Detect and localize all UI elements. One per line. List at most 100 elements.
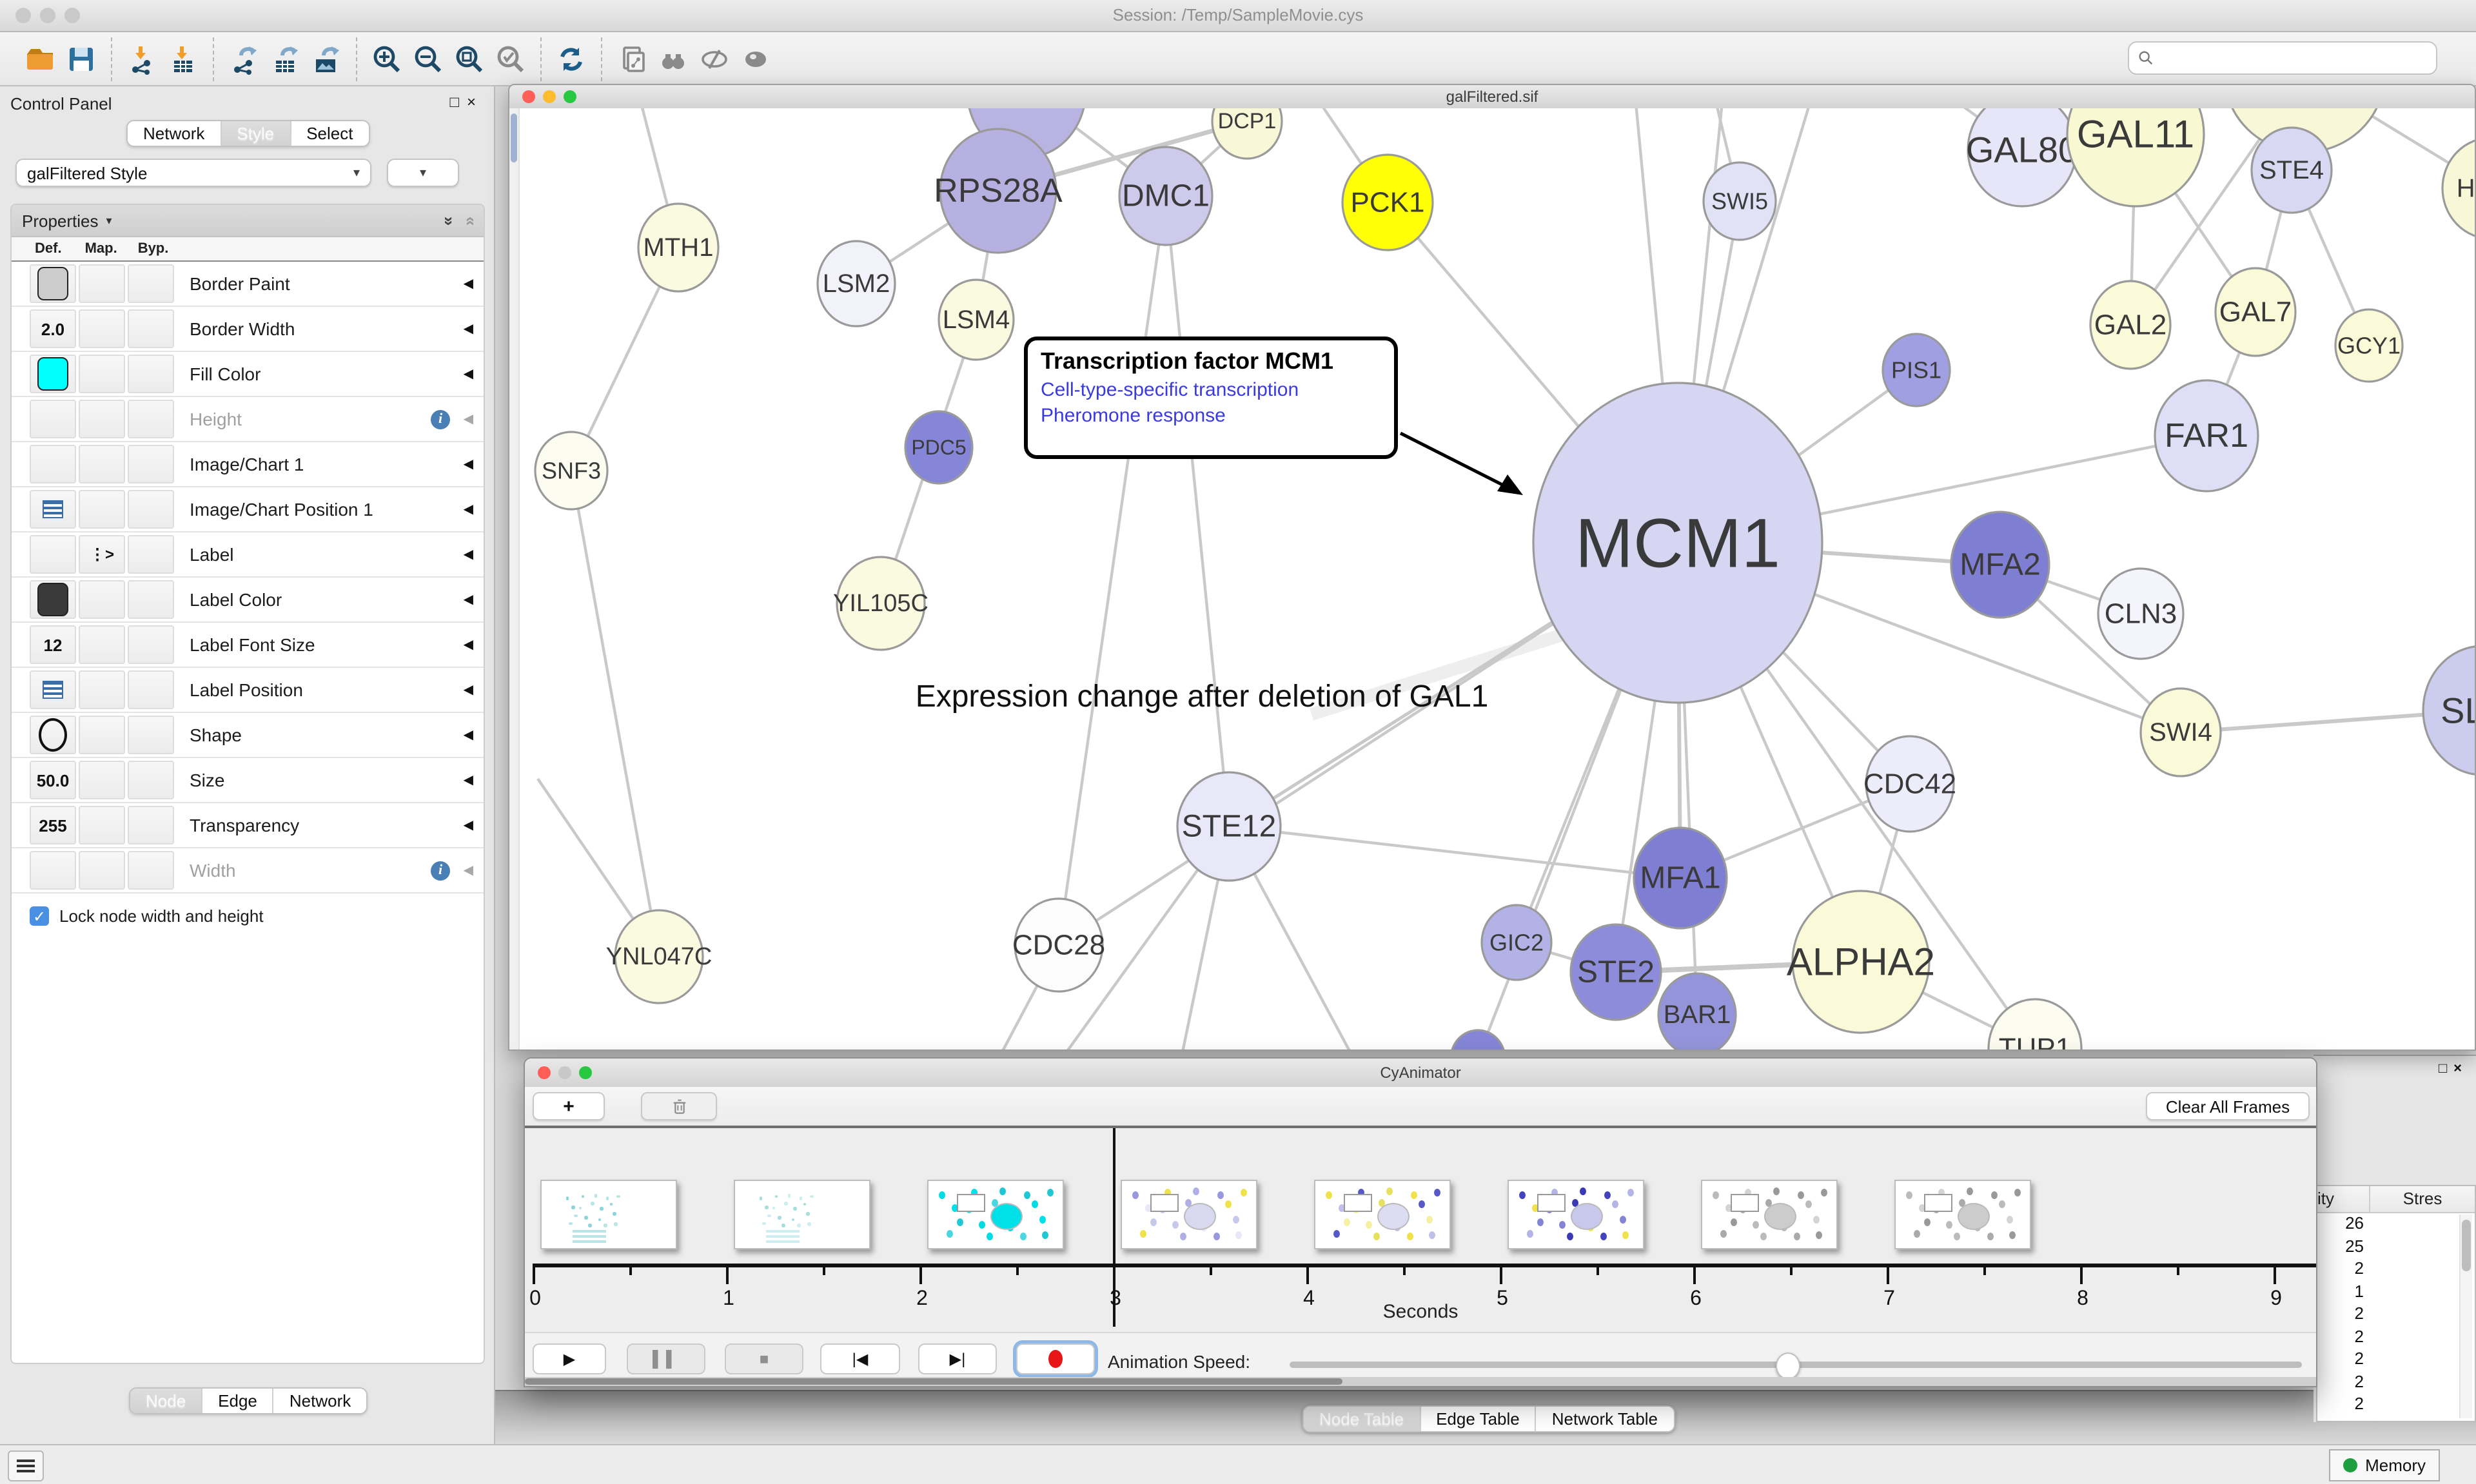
annotation-link[interactable]: Cell-type-specific transcription <box>1041 379 1381 401</box>
network-window-titlebar[interactable]: galFiltered.sif <box>509 85 2475 110</box>
network-node-GIC2[interactable]: GIC2 <box>1482 905 1551 980</box>
network-node-MTH1[interactable]: MTH1 <box>638 204 718 291</box>
mapping-cell[interactable] <box>79 490 125 529</box>
default-value-cell[interactable] <box>30 535 76 574</box>
timeline-frame-1[interactable] <box>734 1180 870 1249</box>
collapse-all-icon[interactable]: » <box>459 216 478 225</box>
network-node-CDC28[interactable]: CDC28 <box>1012 899 1105 991</box>
mapping-cell[interactable] <box>79 670 125 709</box>
tab-edge-table[interactable]: Edge Table <box>1420 1407 1537 1431</box>
expand-row-icon[interactable]: ◀ <box>464 547 473 561</box>
column-header-centrality[interactable]: ity <box>2317 1186 2369 1212</box>
timeline-frame-6[interactable] <box>1701 1180 1838 1249</box>
export-table-icon[interactable] <box>268 42 302 75</box>
play-button[interactable]: ▶ <box>533 1343 606 1374</box>
timeline-frame-3[interactable] <box>1121 1180 1257 1249</box>
network-vertical-scrollbar[interactable] <box>509 108 520 1050</box>
slider-knob[interactable] <box>1776 1352 1800 1380</box>
mapping-cell[interactable] <box>79 625 125 664</box>
tab-node[interactable]: Node <box>130 1389 202 1413</box>
default-value-cell[interactable] <box>30 264 76 303</box>
mapping-cell[interactable] <box>79 716 125 754</box>
table-row[interactable]: 2 <box>2317 1326 2475 1349</box>
network-node-MCM1[interactable]: MCM1 <box>1533 383 1822 703</box>
zoom-in-icon[interactable] <box>370 42 404 75</box>
timeline-frame-2[interactable] <box>927 1180 1064 1249</box>
bypass-cell[interactable] <box>128 490 174 529</box>
network-node-SNF3[interactable]: SNF3 <box>535 432 607 509</box>
zoom-selected-icon[interactable] <box>494 42 527 75</box>
stop-button[interactable]: ■ <box>725 1343 803 1374</box>
table-row[interactable]: 25 <box>2317 1236 2475 1258</box>
network-node-SLT2[interactable]: SLT2 <box>2423 646 2475 775</box>
style-options-button[interactable]: ▾ <box>387 159 459 187</box>
network-node-PIS1[interactable]: PIS1 <box>1883 334 1950 406</box>
timeline-frame-4[interactable] <box>1314 1180 1451 1249</box>
table-row[interactable]: 2 <box>2317 1258 2475 1281</box>
network-node-BAR1[interactable]: BAR1 <box>1658 973 1736 1050</box>
timeline-playhead[interactable] <box>1113 1128 1115 1327</box>
default-value-cell[interactable] <box>30 355 76 393</box>
current-style-combo[interactable]: galFiltered Style▾ <box>15 159 371 187</box>
cyanimator-timeline[interactable]: 0123456789 Seconds <box>525 1128 2316 1332</box>
cyanimator-hscrollbar[interactable] <box>525 1377 2316 1386</box>
float-panel-icon[interactable]: □ <box>449 93 467 111</box>
default-value-cell[interactable] <box>30 400 76 438</box>
tab-edge[interactable]: Edge <box>202 1389 274 1413</box>
network-node-DMC1[interactable]: DMC1 <box>1119 147 1212 245</box>
mapping-cell[interactable] <box>79 806 125 845</box>
bypass-cell[interactable] <box>128 625 174 664</box>
mapping-cell[interactable] <box>79 309 125 348</box>
expand-row-icon[interactable]: ◀ <box>464 322 473 336</box>
network-node-STE2[interactable]: STE2 <box>1571 924 1661 1020</box>
expand-row-icon[interactable]: ◀ <box>464 592 473 607</box>
default-value-cell[interactable]: 255 <box>30 806 76 845</box>
zoom-fit-icon[interactable] <box>453 42 486 75</box>
add-frame-button[interactable]: + <box>533 1092 605 1120</box>
network-node-CLN3[interactable]: CLN3 <box>2098 569 2183 659</box>
property-row[interactable]: Widthi◀ <box>12 848 484 893</box>
mapping-cell[interactable] <box>79 400 125 438</box>
expand-row-icon[interactable]: ◀ <box>464 367 473 381</box>
bypass-cell[interactable] <box>128 355 174 393</box>
pause-button[interactable]: ▌▌ <box>627 1343 705 1374</box>
property-row[interactable]: Label Color◀ <box>12 578 484 623</box>
record-button[interactable] <box>1016 1343 1095 1374</box>
info-icon[interactable]: i <box>431 861 450 880</box>
default-value-cell[interactable]: 50.0 <box>30 761 76 799</box>
default-value-cell[interactable] <box>30 490 76 529</box>
tab-node-table[interactable]: Node Table <box>1304 1407 1420 1431</box>
export-image-icon[interactable] <box>310 42 343 75</box>
animation-speed-slider[interactable] <box>1290 1362 2302 1368</box>
network-node-YNL047C[interactable]: YNL047C <box>606 910 712 1003</box>
property-row[interactable]: Heighti◀ <box>12 397 484 442</box>
mapping-cell[interactable] <box>79 761 125 799</box>
mapping-cell[interactable] <box>79 851 125 890</box>
expand-row-icon[interactable]: ◀ <box>464 457 473 471</box>
cyanimator-titlebar[interactable]: CyAnimator <box>525 1059 2316 1088</box>
bypass-cell[interactable] <box>128 400 174 438</box>
network-node-GAL80[interactable]: GAL80 <box>1966 108 2078 206</box>
network-node-GAL2[interactable]: GAL2 <box>2090 281 2170 369</box>
network-node-STE12[interactable]: STE12 <box>1177 772 1281 881</box>
timeline-frame-7[interactable] <box>1894 1180 2031 1249</box>
clipboard-icon[interactable] <box>615 42 649 75</box>
expand-all-icon[interactable]: » <box>439 216 458 225</box>
import-network-icon[interactable] <box>125 42 159 75</box>
skip-to-end-button[interactable]: ▶| <box>918 1343 997 1374</box>
property-row[interactable]: 12Label Font Size◀ <box>12 623 484 668</box>
table-row[interactable]: 1 <box>2317 1281 2475 1303</box>
network-node-MFA1[interactable]: MFA1 <box>1634 828 1727 928</box>
property-row[interactable]: Fill Color◀ <box>12 352 484 397</box>
search-input[interactable] <box>2128 41 2437 75</box>
default-value-cell[interactable] <box>30 580 76 619</box>
clear-all-frames-button[interactable]: Clear All Frames <box>2146 1092 2310 1120</box>
network-node-GAL7[interactable]: GAL7 <box>2216 268 2295 356</box>
open-folder-icon[interactable] <box>23 42 57 75</box>
table-row[interactable]: 2 <box>2317 1394 2475 1416</box>
timeline-frame-5[interactable] <box>1508 1180 1644 1249</box>
network-node-MFA2[interactable]: MFA2 <box>1951 512 2049 618</box>
default-value-cell[interactable] <box>30 670 76 709</box>
close-panel-icon[interactable]: × <box>2453 1061 2468 1077</box>
bypass-cell[interactable] <box>128 580 174 619</box>
